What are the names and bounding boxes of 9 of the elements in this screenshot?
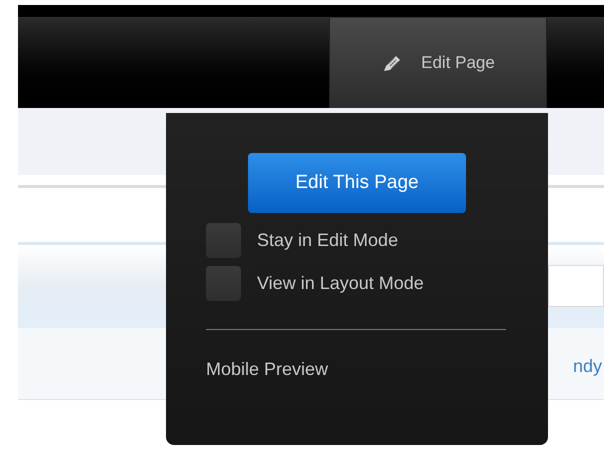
link-text[interactable]: ndy <box>572 353 602 380</box>
checkbox[interactable] <box>206 223 241 258</box>
edit-this-page-button[interactable]: Edit This Page <box>248 153 466 213</box>
option-label: Stay in Edit Mode <box>257 229 398 252</box>
edit-page-tab[interactable]: Edit Page <box>329 18 547 108</box>
option-label: View in Layout Mode <box>257 272 424 295</box>
menu-link[interactable]: Mobile Preview <box>206 356 328 383</box>
input-field[interactable] <box>548 265 604 307</box>
checkbox[interactable] <box>206 266 241 301</box>
